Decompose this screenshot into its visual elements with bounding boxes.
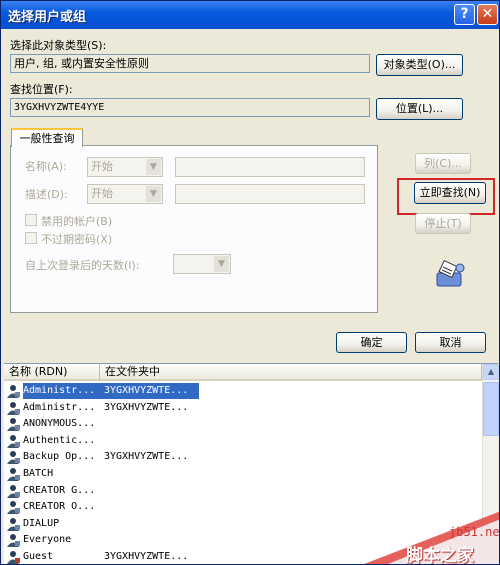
object-type-label: 选择此对象类型(S): (10, 39, 107, 52)
table-row[interactable]: ANONYMOUS... (4, 416, 482, 432)
description-mode-value: 开始 (91, 187, 113, 200)
user-account-icon (7, 418, 20, 432)
help-button[interactable]: ? (454, 4, 475, 25)
description-label: 描述(D): (25, 188, 68, 201)
table-row[interactable]: CREATOR G... (4, 483, 482, 499)
name-input[interactable] (175, 157, 365, 177)
location-field: 3YGXHVYZWTE4YYE (10, 98, 370, 117)
stop-button[interactable]: 停止(T) (415, 213, 471, 234)
row-name: Guest (23, 551, 54, 562)
watermark-brand: 脚本之家 (406, 546, 474, 565)
row-folder: 3YGXHVYZWTE... (100, 383, 188, 399)
chevron-down-icon: ▼ (214, 256, 229, 272)
name-label: 名称(A): (25, 160, 67, 173)
non-expiring-password-label: 不过期密码(X) (41, 233, 113, 246)
highlight-annotation (397, 178, 495, 215)
user-account-icon (7, 434, 20, 448)
help-icon: ? (460, 6, 469, 22)
days-since-logon-select[interactable]: ▼ (173, 254, 231, 274)
name-mode-value: 开始 (91, 160, 113, 173)
object-types-button[interactable]: 对象类型(O)... (376, 54, 463, 76)
watermark-site: jb51.net (449, 525, 500, 539)
row-name: Backup Op... (23, 451, 96, 463)
row-name: DIALUP (23, 517, 60, 529)
location-label: 查找位置(F): (10, 83, 73, 96)
user-account-icon (7, 517, 20, 531)
cancel-button[interactable]: 取消 (415, 332, 486, 353)
table-row[interactable]: Authentic... (4, 433, 482, 449)
close-icon: ✕ (481, 6, 494, 22)
user-account-icon (7, 385, 20, 398)
row-folder: 3YGXHVYZWTE... (104, 551, 189, 562)
user-account-icon (7, 484, 20, 498)
column-header-folder[interactable]: 在文件夹中 (100, 364, 482, 381)
row-name: ANONYMOUS... (23, 418, 96, 430)
close-button[interactable]: ✕ (477, 4, 498, 25)
select-users-dialog: 选择用户或组 ? ✕ 选择此对象类型(S): 用户, 组, 或内置安全性原则 对… (0, 0, 500, 565)
row-name: Everyone (23, 534, 72, 546)
row-folder: 3YGXHVYZWTE... (104, 401, 189, 413)
user-account-icon (7, 401, 20, 415)
disabled-accounts-checkbox[interactable] (25, 214, 37, 226)
columns-button[interactable]: 列(C)... (415, 153, 471, 174)
tab-common-queries[interactable]: 一般性查询 (11, 128, 83, 147)
column-header-name[interactable]: 名称 (RDN) (4, 364, 100, 381)
table-row[interactable]: Backup Op... 3YGXHVYZWTE... (4, 449, 482, 465)
chevron-down-icon: ▼ (146, 186, 161, 202)
row-folder: 3YGXHVYZWTE... (104, 451, 189, 463)
description-input[interactable] (175, 184, 365, 204)
non-expiring-password-checkbox[interactable] (25, 232, 37, 244)
row-name: Authentic... (23, 434, 96, 446)
table-row[interactable]: Administr... 3YGXHVYZWTE... (4, 400, 482, 416)
user-account-icon (7, 451, 20, 465)
locations-button[interactable]: 位置(L)... (376, 98, 463, 120)
search-flashlight-icon (436, 259, 465, 287)
row-name: BATCH (23, 468, 54, 479)
user-account-icon (7, 534, 20, 548)
row-name: Administr... (23, 401, 96, 413)
table-row[interactable]: Administr... 3YGXHVYZWTE... (4, 383, 482, 399)
disabled-accounts-label: 禁用的帐户(B) (41, 215, 113, 228)
window-title: 选择用户或组 (8, 10, 87, 25)
user-account-icon (7, 551, 20, 564)
title-bar[interactable]: 选择用户或组 ? ✕ (1, 1, 499, 29)
row-name: CREATOR G... (23, 484, 96, 496)
name-mode-select[interactable]: 开始 ▼ (87, 157, 163, 177)
ok-button[interactable]: 确定 (336, 332, 407, 353)
row-name: CREATOR O... (23, 501, 96, 513)
scroll-up-button[interactable]: ▲ (483, 364, 499, 380)
chevron-down-icon: ▼ (146, 159, 161, 175)
scroll-thumb[interactable] (483, 382, 499, 436)
description-mode-select[interactable]: 开始 ▼ (87, 184, 163, 204)
user-account-icon (7, 501, 20, 515)
table-row[interactable]: BATCH (4, 466, 482, 482)
object-type-field: 用户, 组, 或内置安全性原则 (10, 54, 370, 73)
user-account-icon (7, 468, 20, 481)
days-since-logon-label: 自上次登录后的天数(I): (25, 259, 140, 272)
